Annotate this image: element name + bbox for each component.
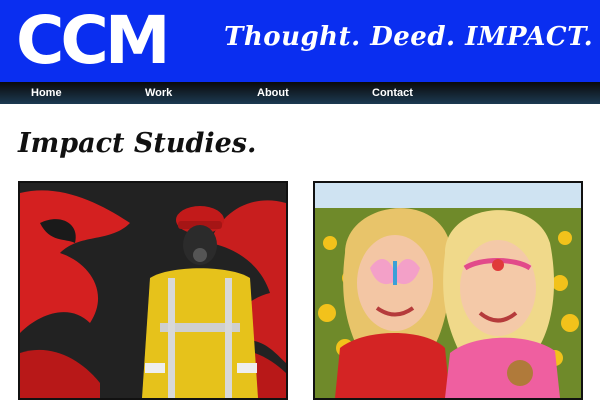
nav-work[interactable]: Work bbox=[145, 82, 172, 104]
ccm-logo[interactable]: CCM bbox=[16, 2, 171, 80]
main-nav: Home Work About Contact bbox=[0, 82, 600, 104]
impact-study-thumbnail-firefighter[interactable] bbox=[18, 181, 288, 400]
nav-about[interactable]: About bbox=[257, 82, 289, 104]
children-image bbox=[315, 183, 581, 398]
nav-contact[interactable]: Contact bbox=[372, 82, 413, 104]
tagline: Thought. Deed. IMPACT. bbox=[224, 22, 594, 52]
firefighter-image bbox=[20, 183, 286, 398]
site-header: CCM Thought. Deed. IMPACT. bbox=[0, 0, 600, 82]
nav-home[interactable]: Home bbox=[31, 82, 62, 104]
impact-study-thumbnail-children[interactable] bbox=[313, 181, 583, 400]
page-title: Impact Studies. bbox=[18, 128, 257, 159]
